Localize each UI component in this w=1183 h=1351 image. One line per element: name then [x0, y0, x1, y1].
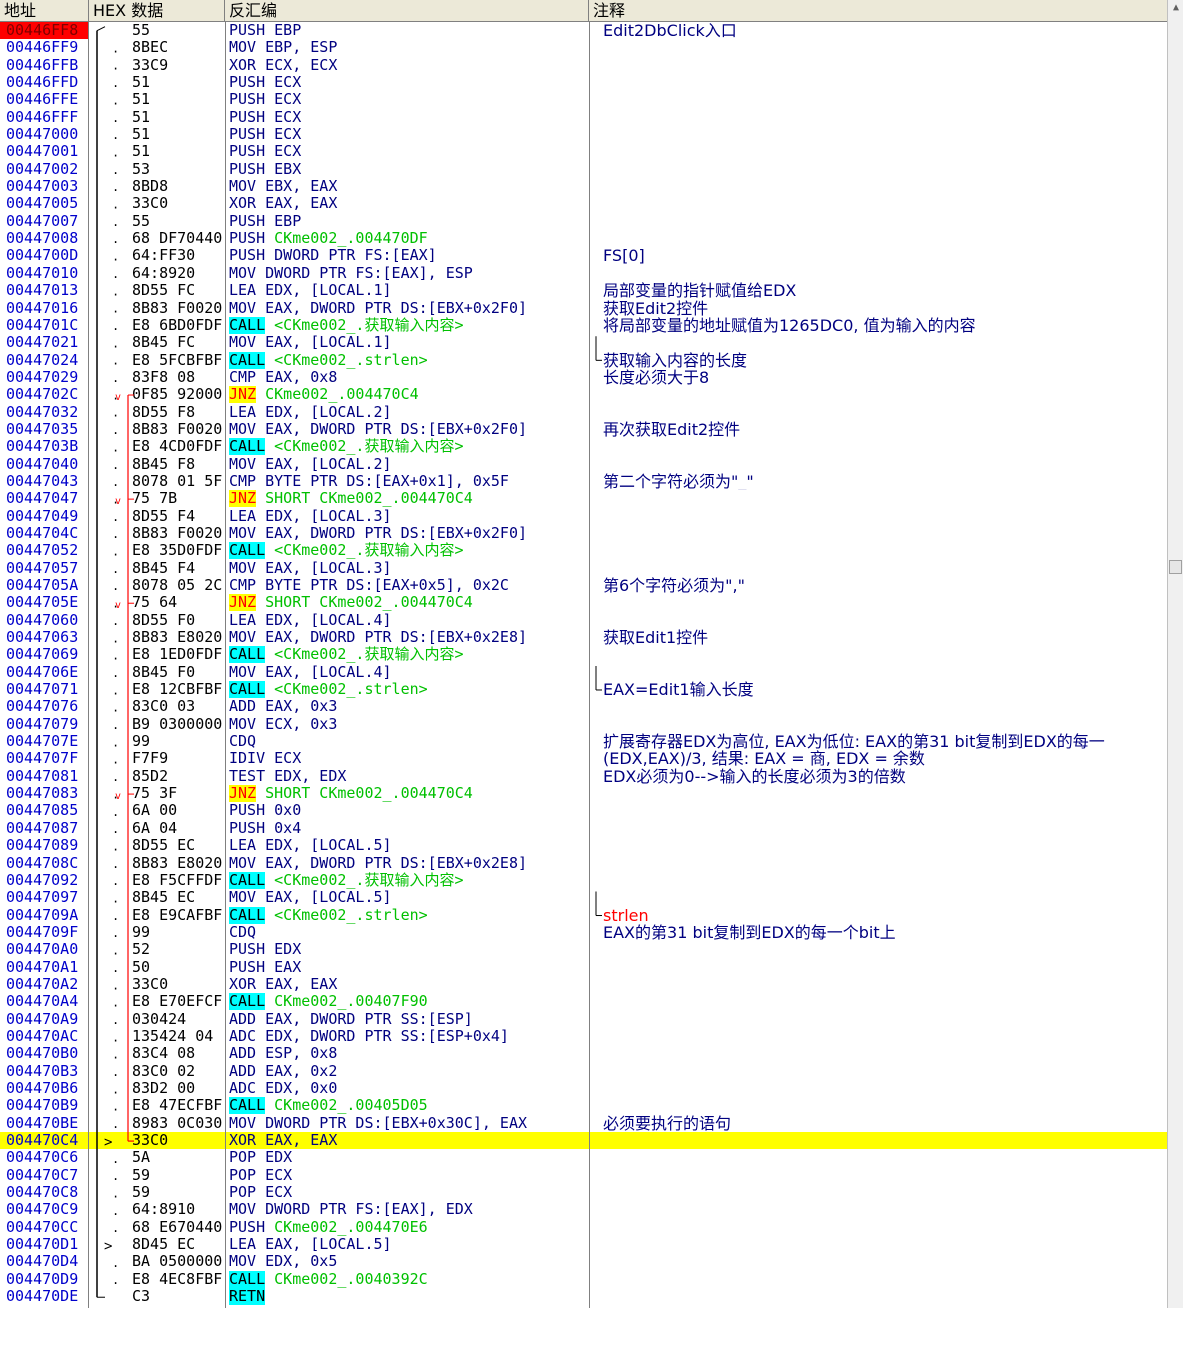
row-dot: . — [112, 892, 119, 906]
row-dot: . — [112, 458, 119, 472]
row-dot: . — [112, 406, 119, 420]
row-dot: . — [112, 857, 119, 871]
row-dot: . — [112, 718, 119, 732]
row-dot: . — [112, 735, 119, 749]
row-dot: . — [112, 423, 119, 437]
row-dot: . — [112, 822, 119, 836]
row-dot: . — [112, 111, 119, 125]
disassembly-window: 地址 HEX 数据 反汇编 注释 00446FF8 55 PUSH EBP Edit2… — [0, 0, 1167, 1308]
jump-arrow-icon: v — [115, 600, 121, 611]
row-dot: . — [112, 128, 119, 142]
jump-arrow-icon: v — [115, 791, 121, 802]
row-dot: . — [112, 145, 119, 159]
row-dot: . — [112, 683, 119, 697]
row-dot: . — [112, 180, 119, 194]
row-dot: . — [112, 76, 119, 90]
row-dot: . — [112, 978, 119, 992]
row-dot: . — [112, 996, 119, 1010]
row-dot: . — [112, 1152, 119, 1166]
row-dot: . — [112, 839, 119, 853]
row-dot: . — [112, 961, 119, 975]
row-dot: . — [112, 1100, 119, 1114]
function-bracket — [96, 26, 106, 32]
row-dot: . — [112, 666, 119, 680]
row-dot: . — [112, 1273, 119, 1287]
row-dot: . — [112, 631, 119, 645]
row-dot: . — [112, 1048, 119, 1062]
row-dot: . — [112, 1117, 119, 1131]
row-dot: . — [112, 232, 119, 246]
row-dot: . — [112, 545, 119, 559]
row-dot: . — [112, 1030, 119, 1044]
row-dot: . — [112, 1186, 119, 1200]
row-dot: . — [112, 475, 119, 489]
row-dot: . — [112, 579, 119, 593]
row-dot: . — [112, 93, 119, 107]
row-dot: . — [112, 510, 119, 524]
row-dot: . — [112, 1256, 119, 1270]
row-dot: . — [112, 874, 119, 888]
vertical-scrollbar[interactable]: ▲ — [1167, 0, 1183, 1308]
row-dot: . — [112, 284, 119, 298]
row-dot: . — [112, 319, 119, 333]
row-dot: . — [112, 805, 119, 819]
row-dot: . — [112, 944, 119, 958]
row-dot: . — [112, 163, 119, 177]
jump-arrow-icon: v — [115, 392, 121, 403]
row-dot: . — [112, 336, 119, 350]
row-dot: . — [112, 1221, 119, 1235]
row-dot: . — [112, 302, 119, 316]
jump-target-arrow-icon: > — [104, 1239, 112, 1255]
row-dot: . — [112, 198, 119, 212]
row-dot: . — [112, 59, 119, 73]
row-dot: . — [112, 267, 119, 281]
row-dot: . — [112, 753, 119, 767]
row-dot: . — [112, 701, 119, 715]
jump-target-arrow-icon: > — [104, 1134, 112, 1150]
row-dot: . — [112, 215, 119, 229]
row-dot: . — [112, 649, 119, 663]
row-dot: . — [112, 909, 119, 923]
row-dot: . — [112, 770, 119, 784]
jump-arrow-icon: v — [115, 496, 121, 507]
row-dot: . — [112, 614, 119, 628]
row-dot: . — [112, 1082, 119, 1096]
row-dot: . — [112, 250, 119, 264]
row-dot: . — [112, 926, 119, 940]
row-dot: . — [112, 440, 119, 454]
row-dot: . — [112, 1204, 119, 1218]
scrollbar-thumb[interactable] — [1169, 560, 1182, 574]
row-dot: . — [112, 527, 119, 541]
jump-lines: ........................................… — [96, 26, 602, 1298]
row-dot: . — [112, 41, 119, 55]
row-dot: . — [112, 354, 119, 368]
row-dot: . — [112, 1013, 119, 1027]
row-dot: . — [112, 1169, 119, 1183]
row-dot: . — [112, 1065, 119, 1079]
row-dot: . — [112, 562, 119, 576]
scroll-up-arrow-icon[interactable]: ▲ — [1168, 0, 1183, 16]
row-dot: . — [112, 371, 119, 385]
